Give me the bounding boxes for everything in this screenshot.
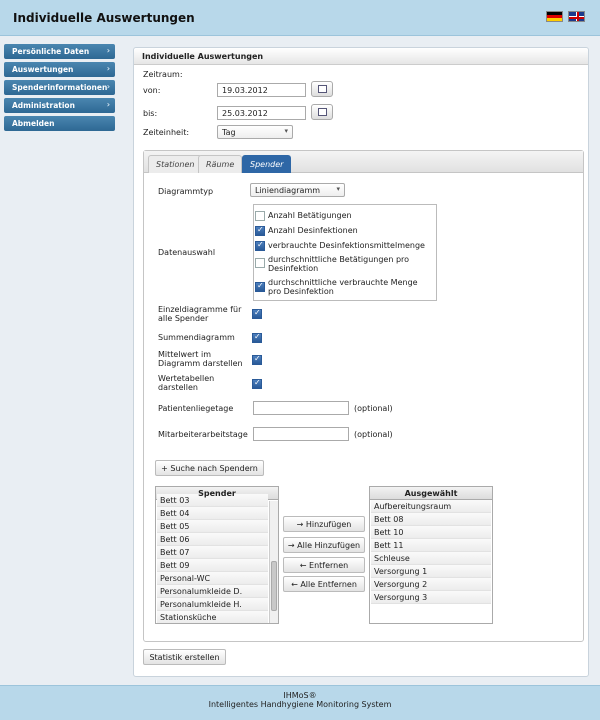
- nav-item-administration[interactable]: Administration ›: [4, 98, 115, 113]
- app-footer: IHMoS® Intelligentes Handhygiene Monitor…: [0, 685, 600, 720]
- alle-hinzufuegen-button[interactable]: → Alle Hinzufügen: [283, 537, 365, 553]
- ausgewaehlt-list-header: Ausgewählt: [370, 487, 492, 500]
- diagrammtyp-label: Diagrammtyp: [158, 187, 214, 196]
- list-item[interactable]: Versorgung 1: [371, 565, 491, 578]
- chevron-right-icon: ›: [106, 82, 110, 91]
- checkbox-summendiagramm[interactable]: [252, 332, 262, 343]
- sidebar-nav: Persönliche Daten › Auswertungen › Spender…: [4, 44, 115, 134]
- mittelwert-label: Mittelwert im Diagramm darstellen: [158, 350, 243, 368]
- tab-raeume[interactable]: Räume: [198, 155, 243, 173]
- checkbox-label: durchschnittliche verbrauchte Menge pro …: [268, 278, 418, 296]
- bis-label: bis:: [143, 109, 158, 118]
- diagrammtyp-select[interactable]: Liniendiagramm ▾: [250, 183, 345, 197]
- ausgewaehlt-list[interactable]: Ausgewählt Aufbereitungsraum Bett 08 Bet…: [369, 486, 493, 624]
- statistik-erstellen-button[interactable]: Statistik erstellen: [143, 649, 226, 665]
- checkbox-label: Anzahl Betätigungen: [268, 211, 352, 220]
- list-item[interactable]: Bett 08: [371, 513, 491, 526]
- patientenliegetage-input[interactable]: [253, 401, 349, 415]
- einzeldiagramme-label: Einzeldiagramme für alle Spender: [158, 305, 242, 323]
- spender-scrollbar[interactable]: [269, 501, 278, 623]
- panel-title: Individuelle Auswertungen: [134, 48, 588, 65]
- tab-spender[interactable]: Spender: [242, 155, 292, 173]
- checkbox-mittelwert[interactable]: [252, 354, 262, 365]
- mitarbeiterarbeitstage-label: Mitarbeiterarbeitstage: [158, 430, 248, 439]
- nav-item-abmelden[interactable]: Abmelden: [4, 116, 115, 131]
- list-item[interactable]: Personalumkleide D.: [157, 585, 268, 598]
- zeiteinheit-select[interactable]: Tag ▾: [217, 125, 293, 139]
- mitarbeiterarbeitstage-input[interactable]: [253, 427, 349, 441]
- checkbox-durchschnitt-menge[interactable]: [255, 281, 265, 292]
- checkbox-label: Anzahl Desinfektionen: [268, 226, 358, 235]
- entfernen-button[interactable]: ← Entfernen: [283, 557, 365, 573]
- list-item[interactable]: Bett 11: [371, 539, 491, 552]
- von-label: von:: [143, 86, 161, 95]
- nav-item-spenderinformationen[interactable]: Spenderinformationen ›: [4, 80, 115, 95]
- german-flag-icon[interactable]: [546, 11, 563, 22]
- optional-hint: (optional): [354, 404, 393, 413]
- optional-hint: (optional): [354, 430, 393, 439]
- checkbox-label: durchschnittliche Betätigungen pro Desin…: [268, 255, 410, 273]
- patientenliegetage-label: Patientenliegetage: [158, 404, 234, 413]
- list-item[interactable]: Bett 10: [371, 526, 491, 539]
- list-item[interactable]: Stationsküche: [157, 611, 268, 623]
- list-item[interactable]: Bett 04: [157, 507, 268, 520]
- checkbox-einzeldiagramme[interactable]: [252, 308, 262, 319]
- chevron-down-icon: ▾: [284, 127, 288, 135]
- checkbox-anzahl-betaetigungen[interactable]: [255, 211, 265, 221]
- bis-date-input[interactable]: 25.03.2012: [217, 106, 306, 120]
- app-header: Individuelle Auswertungen: [0, 0, 600, 36]
- suche-spender-button[interactable]: + Suche nach Spendern: [155, 460, 264, 476]
- checkbox-wertetabellen[interactable]: [252, 378, 262, 389]
- english-flag-icon[interactable]: [568, 11, 585, 22]
- calendar-icon[interactable]: [311, 81, 333, 97]
- zeitraum-label: Zeitraum:: [143, 70, 183, 79]
- summendiagramm-label: Summendiagramm: [158, 333, 235, 342]
- wertetabellen-label: Wertetabellen darstellen: [158, 374, 215, 392]
- tab-bar: Stationen Räume Spender: [144, 151, 583, 173]
- spender-list[interactable]: Spender Bett 03 Bett 04 Bett 05 Bett 06 …: [155, 486, 279, 624]
- list-item[interactable]: Aufbereitungsraum: [371, 500, 491, 513]
- nav-item-persoenliche-daten[interactable]: Persönliche Daten ›: [4, 44, 115, 59]
- checkbox-anzahl-desinfektionen[interactable]: [255, 225, 265, 236]
- footer-subtitle: Intelligentes Handhygiene Monitoring Sys…: [208, 700, 392, 709]
- tab-stationen[interactable]: Stationen: [148, 155, 203, 173]
- alle-entfernen-button[interactable]: ← Alle Entfernen: [283, 576, 365, 592]
- checkbox-durchschnitt-betaetigungen[interactable]: [255, 258, 265, 268]
- list-item[interactable]: Bett 05: [157, 520, 268, 533]
- chevron-right-icon: ›: [106, 100, 110, 109]
- checkbox-verbrauchte-menge[interactable]: [255, 240, 265, 251]
- chevron-right-icon: ›: [106, 46, 110, 55]
- page-title: Individuelle Auswertungen: [13, 11, 195, 25]
- footer-brand: IHMoS®: [283, 691, 317, 700]
- von-date-input[interactable]: 19.03.2012: [217, 83, 306, 97]
- hinzufuegen-button[interactable]: → Hinzufügen: [283, 516, 365, 532]
- chevron-right-icon: ›: [106, 64, 110, 73]
- chevron-down-icon: ▾: [336, 185, 340, 193]
- list-item[interactable]: Personal-WC: [157, 572, 268, 585]
- scrollbar-thumb[interactable]: [271, 561, 277, 611]
- list-item[interactable]: Personalumkleide H.: [157, 598, 268, 611]
- zeiteinheit-label: Zeiteinheit:: [143, 128, 190, 137]
- list-item[interactable]: Versorgung 2: [371, 578, 491, 591]
- list-item[interactable]: Bett 09: [157, 559, 268, 572]
- list-item[interactable]: Bett 06: [157, 533, 268, 546]
- list-item[interactable]: Schleuse: [371, 552, 491, 565]
- nav-item-auswertungen[interactable]: Auswertungen ›: [4, 62, 115, 77]
- checkbox-label: verbrauchte Desinfektionsmittelmenge: [268, 241, 425, 250]
- calendar-icon[interactable]: [311, 104, 333, 120]
- datenauswahl-label: Datenauswahl: [158, 248, 216, 257]
- list-item[interactable]: Bett 07: [157, 546, 268, 559]
- list-item[interactable]: Versorgung 3: [371, 591, 491, 604]
